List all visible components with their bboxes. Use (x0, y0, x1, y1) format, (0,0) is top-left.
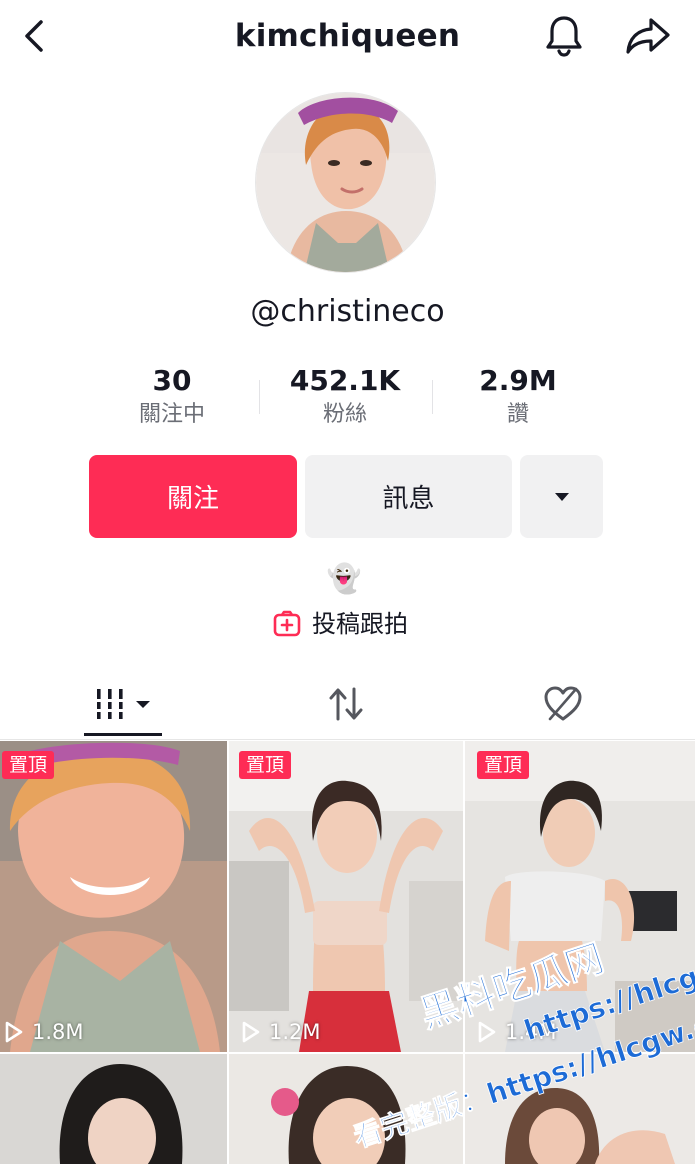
video-thumbnail (229, 1054, 463, 1164)
duet-button[interactable]: 投稿跟拍 (272, 604, 408, 644)
view-count: 1.8M (4, 1020, 84, 1044)
profile-stats: 30 關注中 452.1K 粉絲 2.9M 讚 (0, 362, 695, 434)
message-button[interactable]: 訊息 (305, 455, 512, 538)
message-button-label: 訊息 (382, 484, 435, 514)
bell-icon (546, 16, 582, 57)
content-tabs (0, 668, 695, 740)
video-tile[interactable]: 置頂 1.4M (465, 741, 695, 1052)
play-icon (242, 1021, 260, 1043)
video-thumbnail (229, 741, 463, 1052)
active-tab-indicator (84, 733, 162, 736)
video-tile[interactable] (229, 1054, 463, 1164)
follow-button[interactable]: 關注 (89, 455, 297, 538)
video-tile[interactable] (465, 1054, 695, 1164)
tab-videos[interactable] (84, 668, 164, 740)
stat-likes-count: 2.9M (479, 364, 557, 397)
video-thumbnail (465, 741, 695, 1052)
play-icon (478, 1021, 496, 1043)
video-grid: 置頂 1.8M 置頂 1.2M 置頂 1.4M (0, 741, 695, 1164)
stat-followers-label: 粉絲 (322, 402, 367, 427)
video-tile[interactable]: 置頂 1.8M (0, 741, 227, 1052)
page-title: kimchiqueen (234, 18, 461, 54)
view-count-label: 1.2M (269, 1020, 321, 1044)
view-count: 1.4M (477, 1020, 557, 1044)
avatar[interactable] (255, 92, 436, 273)
stat-followers-count: 452.1K (289, 364, 401, 397)
video-thumbnail (0, 1054, 227, 1164)
profile-handle: @christineco (250, 294, 445, 329)
stat-likes-label: 讚 (506, 402, 529, 427)
stat-followers[interactable]: 452.1K 粉絲 (260, 362, 430, 430)
suggested-accounts-button[interactable] (520, 455, 603, 538)
tab-liked[interactable] (527, 668, 599, 740)
share-button[interactable] (620, 12, 676, 60)
grid-icon (95, 689, 150, 719)
share-arrow-icon (626, 18, 670, 54)
video-tile[interactable]: 置頂 1.2M (229, 741, 463, 1052)
stat-following-count: 30 (152, 364, 192, 397)
follow-button-label: 關注 (166, 484, 219, 514)
play-icon (5, 1021, 23, 1043)
stat-likes: 2.9M 讚 (433, 362, 603, 430)
video-thumbnail (0, 741, 227, 1052)
view-count-label: 1.8M (32, 1020, 84, 1044)
stat-following[interactable]: 30 關注中 (87, 362, 257, 430)
caret-down-icon (554, 492, 569, 501)
video-thumbnail (465, 1054, 695, 1164)
video-tile[interactable] (0, 1054, 227, 1164)
heart-lock-icon (544, 686, 582, 721)
stat-following-label: 關注中 (138, 402, 205, 427)
avatar-photo (256, 93, 435, 272)
repost-icon (329, 687, 363, 721)
pinned-badge: 置頂 (239, 751, 292, 779)
top-bar: kimchiqueen (0, 0, 695, 72)
tab-reposts[interactable] (310, 668, 382, 740)
pinned-badge: 置頂 (2, 751, 55, 779)
notifications-button[interactable] (540, 12, 588, 60)
view-count-label: 1.4M (505, 1020, 557, 1044)
bio-text: 👻 (326, 561, 362, 595)
plus-square-icon (273, 610, 301, 637)
pinned-badge: 置頂 (477, 751, 530, 779)
view-count: 1.2M (241, 1020, 321, 1044)
duet-label: 投稿跟拍 (312, 610, 408, 638)
